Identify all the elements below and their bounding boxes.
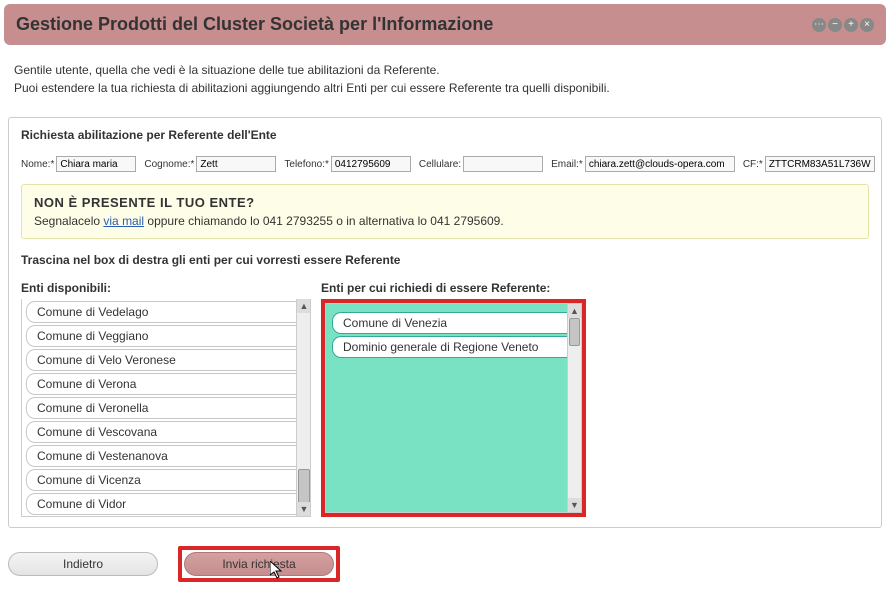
- maximize-icon[interactable]: +: [844, 18, 858, 32]
- email-label: Email:*: [551, 159, 583, 170]
- cf-field[interactable]: [765, 156, 875, 172]
- scroll-up-icon[interactable]: ▲: [297, 299, 311, 313]
- cellulare-label: Cellulare:: [419, 159, 461, 170]
- left-scrollbar[interactable]: ▲ ▼: [296, 299, 311, 516]
- cf-label: CF:*: [743, 159, 763, 170]
- list-item[interactable]: Comune di Velo Veronese: [26, 349, 306, 371]
- notice-post: oppure chiamando lo 041 2793255 o in alt…: [144, 214, 504, 228]
- available-list[interactable]: Comune di Vedelago Comune di Veggiano Co…: [21, 299, 311, 517]
- list-item[interactable]: Comune di Vidor: [26, 493, 306, 515]
- selected-highlight: Comune di Venezia Dominio generale di Re…: [321, 299, 586, 517]
- list-item[interactable]: Comune di Vescovana: [26, 421, 306, 443]
- dual-list: Enti disponibili: Comune di Vedelago Com…: [21, 281, 869, 517]
- list-item[interactable]: Comune di Venezia: [332, 312, 575, 334]
- right-scrollbar[interactable]: ▲ ▼: [567, 304, 581, 512]
- list-item[interactable]: Comune di Veronella: [26, 397, 306, 419]
- nome-label: Nome:*: [21, 159, 54, 170]
- window-controls: ⋯ − + ×: [812, 18, 874, 32]
- form-row: Nome:* Cognome:* Telefono:* Cellulare: E…: [21, 156, 869, 172]
- cellulare-field[interactable]: [463, 156, 543, 172]
- nome-field[interactable]: [56, 156, 136, 172]
- ellipsis-icon[interactable]: ⋯: [812, 18, 826, 32]
- scroll-down-icon[interactable]: ▼: [297, 502, 311, 516]
- close-icon[interactable]: ×: [860, 18, 874, 32]
- drag-instruction: Trascina nel box di destra gli enti per …: [21, 253, 869, 267]
- list-item[interactable]: Comune di Vestenanova: [26, 445, 306, 467]
- selected-title: Enti per cui richiedi di essere Referent…: [321, 281, 586, 295]
- submit-button[interactable]: Invia richiesta: [184, 552, 334, 576]
- intro-text: Gentile utente, quella che vedi è la sit…: [0, 49, 890, 109]
- header-bar: Gestione Prodotti del Cluster Società pe…: [4, 4, 886, 45]
- notice-title: NON È PRESENTE IL TUO ENTE?: [34, 195, 856, 210]
- cognome-label: Cognome:*: [144, 159, 194, 170]
- submit-highlight: Invia richiesta: [178, 546, 340, 582]
- notice-pre: Segnalacelo: [34, 214, 103, 228]
- minimize-icon[interactable]: −: [828, 18, 842, 32]
- list-item[interactable]: Comune di Verona: [26, 373, 306, 395]
- available-title: Enti disponibili:: [21, 281, 311, 295]
- list-item[interactable]: Comune di Vicenza: [26, 469, 306, 491]
- list-item[interactable]: Comune di Veggiano: [26, 325, 306, 347]
- telefono-field[interactable]: [331, 156, 411, 172]
- notice-text: Segnalacelo via mail oppure chiamando lo…: [34, 214, 856, 228]
- scroll-up-icon[interactable]: ▲: [568, 304, 581, 318]
- intro-line1: Gentile utente, quella che vedi è la sit…: [14, 61, 876, 79]
- scroll-down-icon[interactable]: ▼: [568, 498, 581, 512]
- selected-list[interactable]: Comune di Venezia Dominio generale di Re…: [325, 303, 582, 513]
- list-item[interactable]: Comune di Vedelago: [26, 301, 306, 323]
- notice-box: NON È PRESENTE IL TUO ENTE? Segnalacelo …: [21, 184, 869, 239]
- intro-line2: Puoi estendere la tua richiesta di abili…: [14, 79, 876, 97]
- scroll-thumb[interactable]: [569, 318, 580, 346]
- panel-title: Richiesta abilitazione per Referente del…: [21, 128, 869, 142]
- button-row: Indietro Invia richiesta: [0, 536, 890, 592]
- telefono-label: Telefono:*: [284, 159, 328, 170]
- scroll-thumb[interactable]: [298, 469, 310, 503]
- request-panel: Richiesta abilitazione per Referente del…: [8, 117, 882, 528]
- list-item[interactable]: Dominio generale di Regione Veneto: [332, 336, 575, 358]
- email-field[interactable]: [585, 156, 735, 172]
- back-button[interactable]: Indietro: [8, 552, 158, 576]
- page-title: Gestione Prodotti del Cluster Società pe…: [16, 14, 493, 35]
- cognome-field[interactable]: [196, 156, 276, 172]
- cursor-icon: [270, 561, 284, 579]
- notice-mail-link[interactable]: via mail: [103, 214, 144, 228]
